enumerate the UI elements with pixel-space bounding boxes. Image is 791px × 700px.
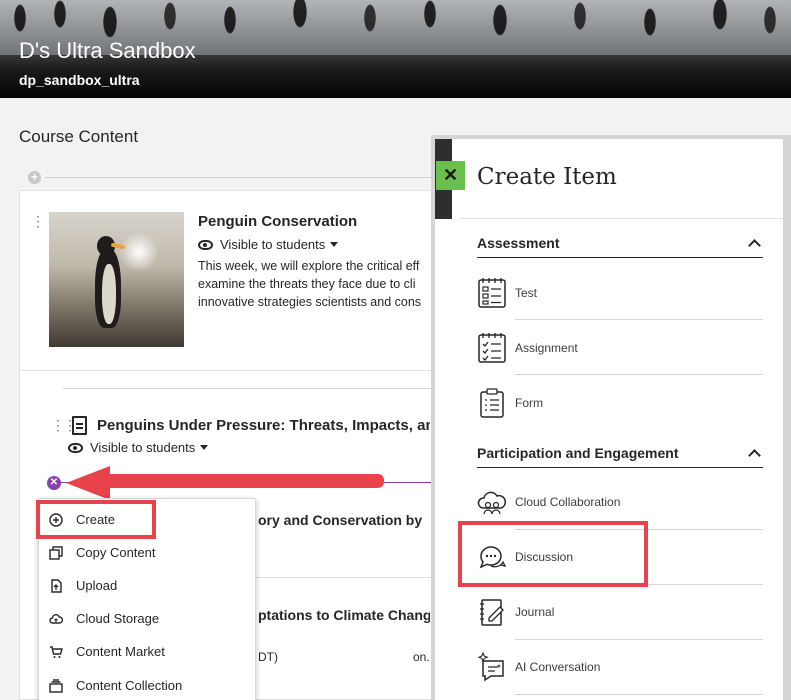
- menu-item-copy-content[interactable]: Copy Content: [39, 536, 255, 569]
- document-icon: [72, 416, 87, 435]
- highlight-discussion: [458, 521, 648, 587]
- chevron-up-icon[interactable]: [748, 448, 761, 462]
- item-title[interactable]: Penguins Under Pressure: Threats, Impact…: [97, 417, 430, 434]
- chevron-up-icon[interactable]: [748, 238, 761, 252]
- course-id: dp_sandbox_ultra: [19, 72, 140, 88]
- visibility-toggle[interactable]: Visible to students: [198, 237, 339, 252]
- upload-icon: [48, 578, 64, 594]
- annotation-arrow-shaft: [104, 474, 384, 488]
- eye-icon: [198, 239, 213, 250]
- panel-divider: [460, 218, 783, 219]
- cloud-icon: [48, 611, 64, 627]
- course-banner: D's Ultra Sandbox dp_sandbox_ultra: [0, 0, 791, 98]
- close-menu-icon[interactable]: ✕: [47, 476, 61, 490]
- create-test[interactable]: Test: [477, 265, 763, 320]
- item-thumbnail: [49, 212, 184, 347]
- close-panel-button[interactable]: ✕: [436, 161, 465, 190]
- caret-down-icon: [330, 242, 339, 247]
- section-participation[interactable]: Participation and Engagement: [477, 438, 763, 468]
- annotation-arrow-head: [66, 466, 110, 500]
- panel-title: Create Item: [477, 164, 617, 190]
- create-journal[interactable]: Journal: [477, 584, 763, 639]
- cloud-collaboration-icon: [477, 486, 507, 518]
- partial-text: on.: [413, 650, 430, 664]
- item-title[interactable]: ptations to Climate Chang: [258, 607, 430, 623]
- menu-item-content-collection[interactable]: Content Collection: [39, 669, 255, 700]
- highlight-create: [36, 500, 156, 539]
- item-title[interactable]: Penguin Conservation: [198, 213, 357, 230]
- eye-icon: [68, 442, 83, 453]
- item-title[interactable]: ory and Conservation by: [258, 512, 430, 528]
- menu-item-content-market[interactable]: Content Market: [39, 635, 255, 668]
- item-meta: DT): [258, 650, 278, 664]
- divider: [256, 577, 439, 578]
- cart-icon: [48, 644, 64, 660]
- folder-divider: [63, 388, 433, 389]
- menu-item-upload[interactable]: Upload: [39, 569, 255, 602]
- item-description: This week, we will explore the critical …: [198, 259, 422, 309]
- visibility-toggle[interactable]: Visible to students: [68, 440, 209, 455]
- add-row-line: [45, 177, 440, 178]
- assignment-icon: [477, 332, 507, 364]
- visibility-label: Visible to students: [90, 440, 196, 455]
- test-icon: [477, 277, 507, 309]
- ai-conversation-icon: [477, 651, 507, 683]
- add-content-row[interactable]: +: [28, 171, 440, 185]
- add-plus-icon[interactable]: +: [28, 171, 41, 184]
- create-form[interactable]: Form: [477, 375, 763, 430]
- create-assignment[interactable]: Assignment: [477, 320, 763, 375]
- menu-item-cloud-storage[interactable]: Cloud Storage: [39, 602, 255, 635]
- caret-down-icon: [200, 445, 209, 450]
- course-title: D's Ultra Sandbox: [19, 38, 196, 63]
- create-ai-conversation[interactable]: AI Conversation: [477, 639, 763, 694]
- page-title: Course Content: [19, 127, 139, 146]
- copy-icon: [48, 545, 64, 561]
- form-icon: [477, 387, 507, 419]
- journal-icon: [477, 596, 507, 628]
- section-assessment[interactable]: Assessment: [477, 228, 763, 258]
- collection-icon: [48, 678, 64, 694]
- divider: [19, 370, 439, 371]
- visibility-label: Visible to students: [220, 237, 326, 252]
